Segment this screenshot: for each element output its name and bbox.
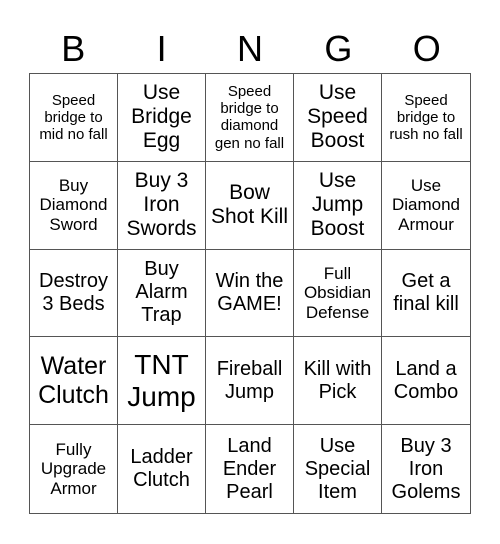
bingo-cell[interactable]: Fireball Jump [206, 337, 294, 426]
bingo-cell[interactable]: Use Special Item [294, 425, 382, 513]
bingo-cell[interactable]: Buy Diamond Sword [30, 161, 118, 250]
bingo-cell-label: Speed bridge to rush no fall [389, 91, 463, 144]
header-letter-o: O [412, 28, 441, 69]
bingo-cell[interactable]: Ladder Clutch [118, 425, 206, 513]
bingo-cell-label: Speed bridge to mid no fall [39, 91, 108, 144]
header-letter-g: G [324, 28, 353, 69]
bingo-cell[interactable]: Water Clutch [30, 337, 118, 426]
bingo-cell-label: Full Obsidian Defense [303, 263, 372, 322]
bingo-cell[interactable]: TNT Jump [118, 337, 206, 426]
bingo-cell-label: Win the GAME! [215, 269, 284, 315]
bingo-cell[interactable]: Buy 3 Iron Golems [382, 425, 470, 513]
bingo-cell-label: Fireball Jump [216, 357, 283, 403]
bingo-cell[interactable]: Speed bridge to rush no fall [382, 74, 470, 162]
bingo-cell[interactable]: Use Bridge Egg [118, 74, 206, 162]
bingo-cell-label: Water Clutch [38, 352, 109, 409]
header-letter-b: B [61, 28, 86, 69]
bingo-cell[interactable]: Use Diamond Armour [382, 162, 470, 250]
bingo-cell-label: Use Diamond Armour [391, 175, 461, 234]
bingo-header: B I N G O [29, 26, 471, 72]
bingo-cell-label: Use Speed Boost [307, 81, 368, 153]
bingo-cell[interactable]: Win the GAME! [206, 249, 294, 338]
bingo-cell-label: Fully Upgrade Armor [40, 439, 107, 498]
bingo-cell-label: Kill with Pick [303, 357, 372, 403]
bingo-cell-label: Bow Shot Kill [210, 181, 289, 229]
bingo-cell-label: Land a Combo [393, 357, 459, 403]
bingo-cell-label: Use Bridge Egg [131, 81, 192, 153]
bingo-cell[interactable]: Land Ender Pearl [206, 425, 294, 513]
header-letter-n: N [236, 28, 263, 69]
bingo-cell[interactable]: Use Jump Boost [294, 161, 382, 250]
bingo-cell[interactable]: Fully Upgrade Armor [30, 425, 118, 513]
bingo-cell-label: Get a final kill [393, 269, 459, 315]
bingo-cell[interactable]: Speed bridge to diamond gen no fall [206, 74, 294, 162]
bingo-cell-label: TNT Jump [127, 348, 196, 412]
bingo-cell-label: Buy 3 Iron Golems [391, 434, 461, 503]
bingo-cell[interactable]: Kill with Pick [294, 337, 382, 426]
bingo-cell[interactable]: Full Obsidian Defense [294, 249, 382, 338]
bingo-cell[interactable]: Use Speed Boost [294, 74, 382, 162]
bingo-cell-label: Buy 3 Iron Swords [126, 168, 197, 241]
bingo-cell[interactable]: Get a final kill [382, 250, 470, 338]
bingo-cell-label: Destroy 3 Beds [39, 269, 108, 315]
bingo-cell-label: Use Special Item [304, 434, 371, 503]
bingo-cell[interactable]: Bow Shot Kill [206, 161, 294, 250]
bingo-cell-label: Use Jump Boost [310, 168, 365, 241]
bingo-cell-label: Buy Alarm Trap [135, 258, 188, 327]
bingo-grid: Speed bridge to mid no fall Use Bridge Eg… [29, 73, 471, 514]
bingo-cell[interactable]: Land a Combo [382, 337, 470, 426]
header-letter-i: I [156, 28, 167, 69]
bingo-cell[interactable]: Buy 3 Iron Swords [118, 161, 206, 250]
bingo-cell-label: Ladder Clutch [130, 446, 193, 492]
bingo-cell-label: Buy Diamond Sword [39, 175, 108, 234]
bingo-cell-label: Speed bridge to diamond gen no fall [214, 82, 285, 152]
bingo-cell-label: Land Ender Pearl [222, 434, 277, 503]
bingo-cell[interactable]: Speed bridge to mid no fall [30, 74, 118, 162]
bingo-cell[interactable]: Buy Alarm Trap [118, 249, 206, 338]
bingo-cell[interactable]: Destroy 3 Beds [30, 249, 118, 338]
